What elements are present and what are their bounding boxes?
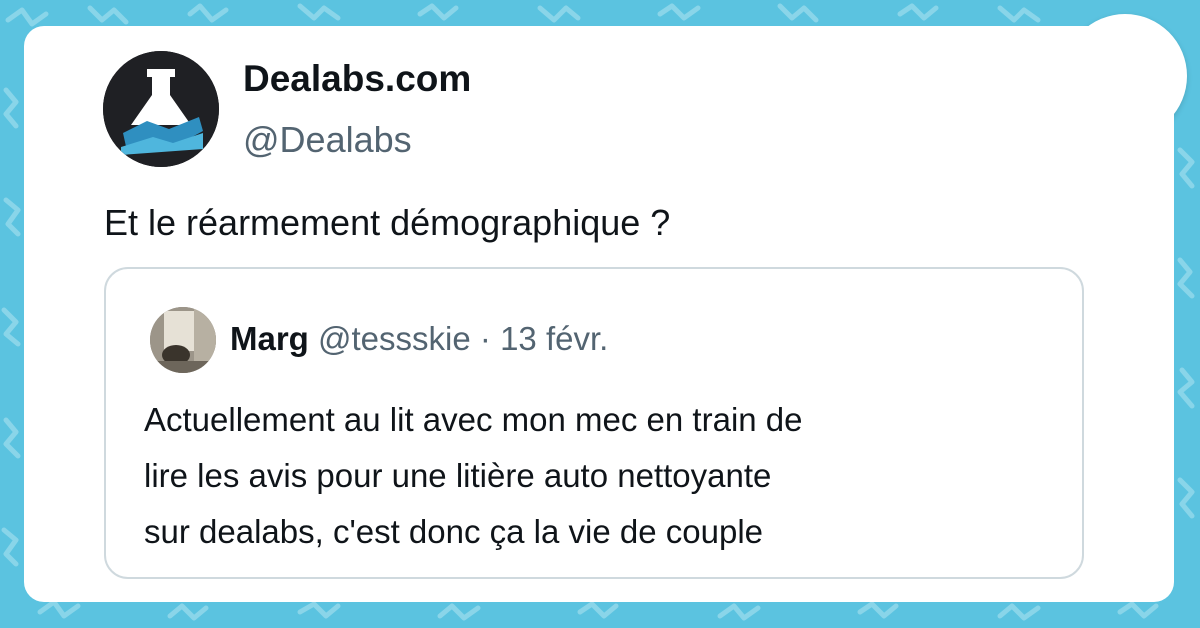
quoted-author-handle[interactable]: @tessskie: [318, 320, 471, 357]
tweet-text: Et le réarmement démographique ?: [104, 202, 671, 243]
dealabs-flask-logo-icon: [103, 51, 219, 167]
quoted-text-line: lire les avis pour une litière auto nett…: [144, 457, 772, 494]
meta-separator: ·: [479, 320, 491, 357]
author-display-name[interactable]: Dealabs.com: [243, 60, 471, 97]
user-photo-avatar: [150, 307, 216, 373]
quoted-text-line: sur dealabs, c'est donc ça la vie de cou…: [144, 513, 764, 550]
quoted-author-avatar[interactable]: [150, 307, 216, 373]
quoted-tweet-header: Marg @tessskie · 13 févr.: [230, 322, 608, 355]
quoted-author-name[interactable]: Marg: [230, 320, 309, 357]
dealabs-avatar[interactable]: [103, 51, 219, 167]
quoted-tweet[interactable]: Marg @tessskie · 13 févr. Actuellement a…: [104, 267, 1084, 579]
quoted-tweet-text: Actuellement au lit avec mon mec en trai…: [144, 392, 1074, 560]
author-handle[interactable]: @Dealabs: [243, 122, 412, 158]
quoted-tweet-date[interactable]: 13 févr.: [500, 320, 608, 357]
quoted-text-line: Actuellement au lit avec mon mec en trai…: [144, 401, 803, 438]
